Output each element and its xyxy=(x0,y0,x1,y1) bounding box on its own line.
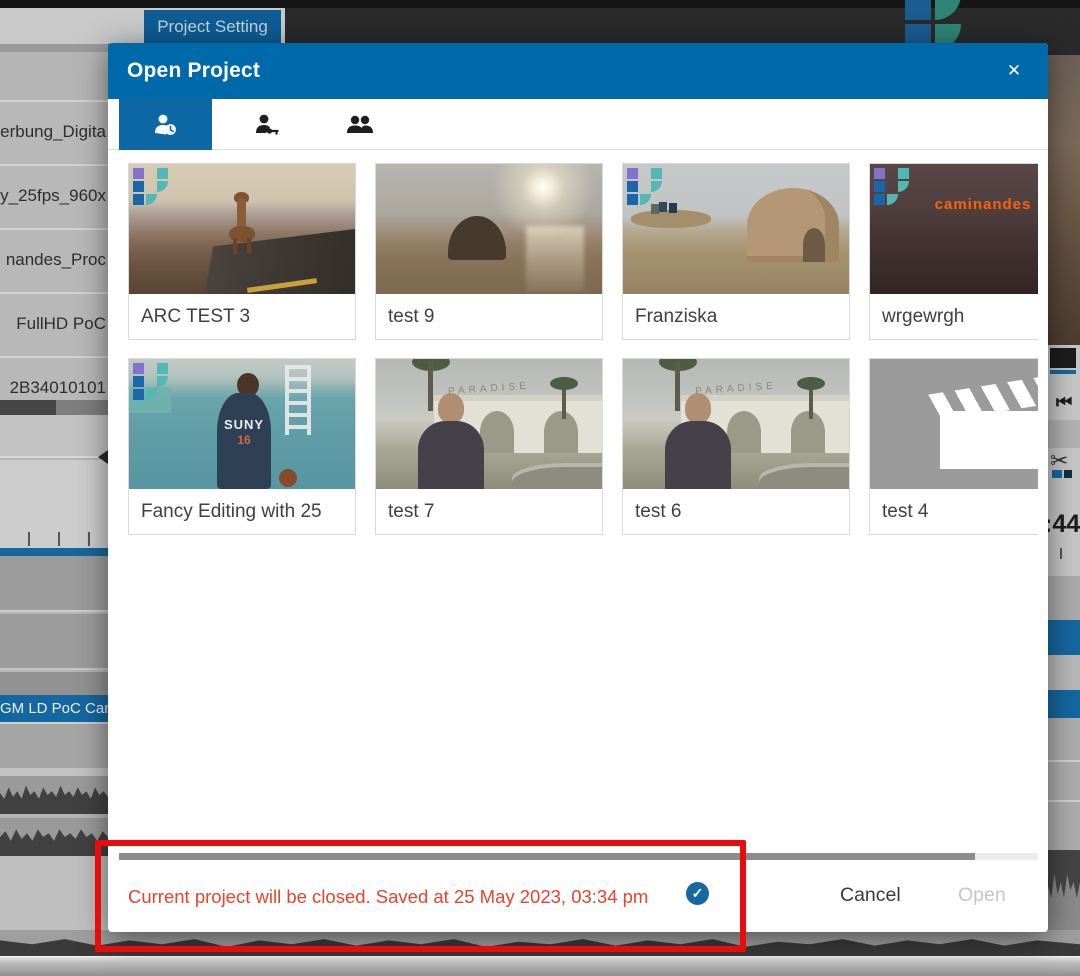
tab-my-recent-projects[interactable] xyxy=(119,99,212,150)
project-name: test 4 xyxy=(870,489,1038,534)
project-thumbnail xyxy=(376,164,602,294)
timecode-display: :44:0 xyxy=(1044,510,1080,539)
project-setting-button[interactable]: Project Setting xyxy=(144,10,281,44)
list-item-label: 2B34010101 xyxy=(10,358,106,400)
dialog-header: Open Project ✕ xyxy=(108,43,1048,99)
audio-waveform xyxy=(0,776,108,814)
list-item[interactable]: y_25fps_960x xyxy=(0,164,108,226)
razor-tool-icon[interactable]: ✂ xyxy=(1050,448,1068,474)
progress-fill xyxy=(0,400,56,415)
dialog-tabs xyxy=(108,99,1048,150)
list-item-label: nandes_Proc xyxy=(6,230,106,290)
timeline-band xyxy=(1048,576,1080,620)
project-name: wrgewrgh xyxy=(870,294,1038,339)
timeline-track xyxy=(0,672,108,695)
project-name: Franziska xyxy=(623,294,849,339)
clapperboard-icon xyxy=(928,373,1038,473)
project-card[interactable]: SUNY 16 Fancy Editing with 25 xyxy=(128,358,356,535)
toolbar-band xyxy=(1048,420,1080,448)
video-preview-sliver xyxy=(1048,55,1080,345)
llama-figure xyxy=(225,192,259,254)
open-button[interactable]: Open xyxy=(958,884,1006,907)
timeline-track xyxy=(0,722,108,768)
tab-shared-with-me[interactable] xyxy=(220,99,313,150)
close-warning-text: Current project will be closed. Saved at… xyxy=(128,886,648,908)
project-card[interactable]: caminandes wrgewrgh xyxy=(869,163,1038,340)
project-name: test 9 xyxy=(376,294,602,339)
grid-row: ARC TEST 3 test 9 Franziska xyxy=(128,163,1038,340)
project-name: test 7 xyxy=(376,489,602,534)
horizontal-scrollbar-track[interactable] xyxy=(119,853,1038,860)
tab-group-projects[interactable] xyxy=(313,99,406,150)
timeline-clip[interactable]: GM LD PoC Cam xyxy=(0,695,108,722)
list-item-label: FullHD PoC xyxy=(16,294,106,354)
brand-logo-icon xyxy=(133,363,173,403)
list-item[interactable]: 2B34010101 xyxy=(0,356,108,400)
list-item[interactable]: erbung_Digita xyxy=(0,100,108,162)
project-card[interactable]: test 4 xyxy=(869,358,1038,535)
ruler-tick xyxy=(58,532,60,546)
brand-logo-icon xyxy=(874,168,914,208)
bottom-status-bar xyxy=(0,956,1080,976)
track-gap xyxy=(0,768,108,776)
horizontal-scrollbar-thumb[interactable] xyxy=(119,853,975,860)
user-clock-icon xyxy=(153,113,179,137)
audio-waveform xyxy=(0,818,108,856)
skip-back-icon[interactable]: ⏮ xyxy=(1056,392,1072,413)
list-item[interactable]: nandes_Proc xyxy=(0,228,108,290)
project-thumbnail xyxy=(623,164,849,294)
timeline-band xyxy=(1048,718,1080,850)
project-card[interactable]: PARADISE test 7 xyxy=(375,358,603,535)
dialog-footer: Current project will be closed. Saved at… xyxy=(108,860,1048,932)
text-tool-icon[interactable] xyxy=(1050,348,1076,368)
user-key-icon xyxy=(254,113,280,137)
project-card[interactable]: PARADISE test 6 xyxy=(622,358,850,535)
ruler-tick xyxy=(28,532,30,546)
list-item-label: erbung_Digita xyxy=(0,102,106,162)
timeline-band xyxy=(1048,655,1080,690)
project-name: test 6 xyxy=(623,489,849,534)
bottom-audio-track xyxy=(0,930,1080,956)
grid-row: SUNY 16 Fancy Editing with 25 PARADISE xyxy=(128,358,1038,535)
collapse-arrow-icon[interactable] xyxy=(98,450,108,464)
timeline-track xyxy=(0,556,108,612)
timeline-track-divider xyxy=(0,548,108,556)
playhead-tick xyxy=(1060,548,1062,559)
timeline-header-row xyxy=(0,415,108,458)
project-thumbnail xyxy=(870,359,1038,489)
project-grid-viewport: ARC TEST 3 test 9 Franziska xyxy=(119,150,1038,852)
brand-logo-icon xyxy=(133,168,173,208)
project-thumbnail: PARADISE xyxy=(623,359,849,489)
project-thumbnail: caminandes xyxy=(870,164,1038,294)
close-icon[interactable]: ✕ xyxy=(1002,59,1026,83)
saved-check-icon: ✓ xyxy=(686,882,709,905)
project-card[interactable]: ARC TEST 3 xyxy=(128,163,356,340)
bin-list-header xyxy=(0,44,108,52)
timeline-empty-area xyxy=(0,856,108,930)
audio-waveform xyxy=(1048,850,1080,930)
jersey-text: SUNY xyxy=(217,417,271,432)
users-icon xyxy=(346,113,374,137)
list-item-label: y_25fps_960x xyxy=(0,166,106,226)
project-thumbnail: PARADISE xyxy=(376,359,602,489)
dialog-title: Open Project xyxy=(127,43,260,99)
project-thumbnail xyxy=(129,164,355,294)
cancel-button[interactable]: Cancel xyxy=(840,884,901,907)
project-thumbnail: SUNY 16 xyxy=(129,359,355,489)
jersey-number: 16 xyxy=(217,433,271,447)
list-item[interactable]: FullHD PoC xyxy=(0,292,108,354)
ruler-tick xyxy=(88,532,90,546)
screen: Project Setting erbung_Digita y_25fps_96… xyxy=(0,0,1080,976)
project-name: ARC TEST 3 xyxy=(129,294,355,339)
timeline-clip-sliver[interactable] xyxy=(1048,690,1080,718)
project-card[interactable]: Franziska xyxy=(622,163,850,340)
project-name: Fancy Editing with 25 xyxy=(129,489,355,534)
project-card[interactable]: test 9 xyxy=(375,163,603,340)
brand-logo-icon xyxy=(627,168,667,208)
timeline-clip-sliver[interactable] xyxy=(1048,620,1080,655)
timeline-ruler-row xyxy=(0,460,108,548)
open-project-dialog: Open Project ✕ xyxy=(108,43,1048,932)
timeline-track xyxy=(0,614,108,670)
